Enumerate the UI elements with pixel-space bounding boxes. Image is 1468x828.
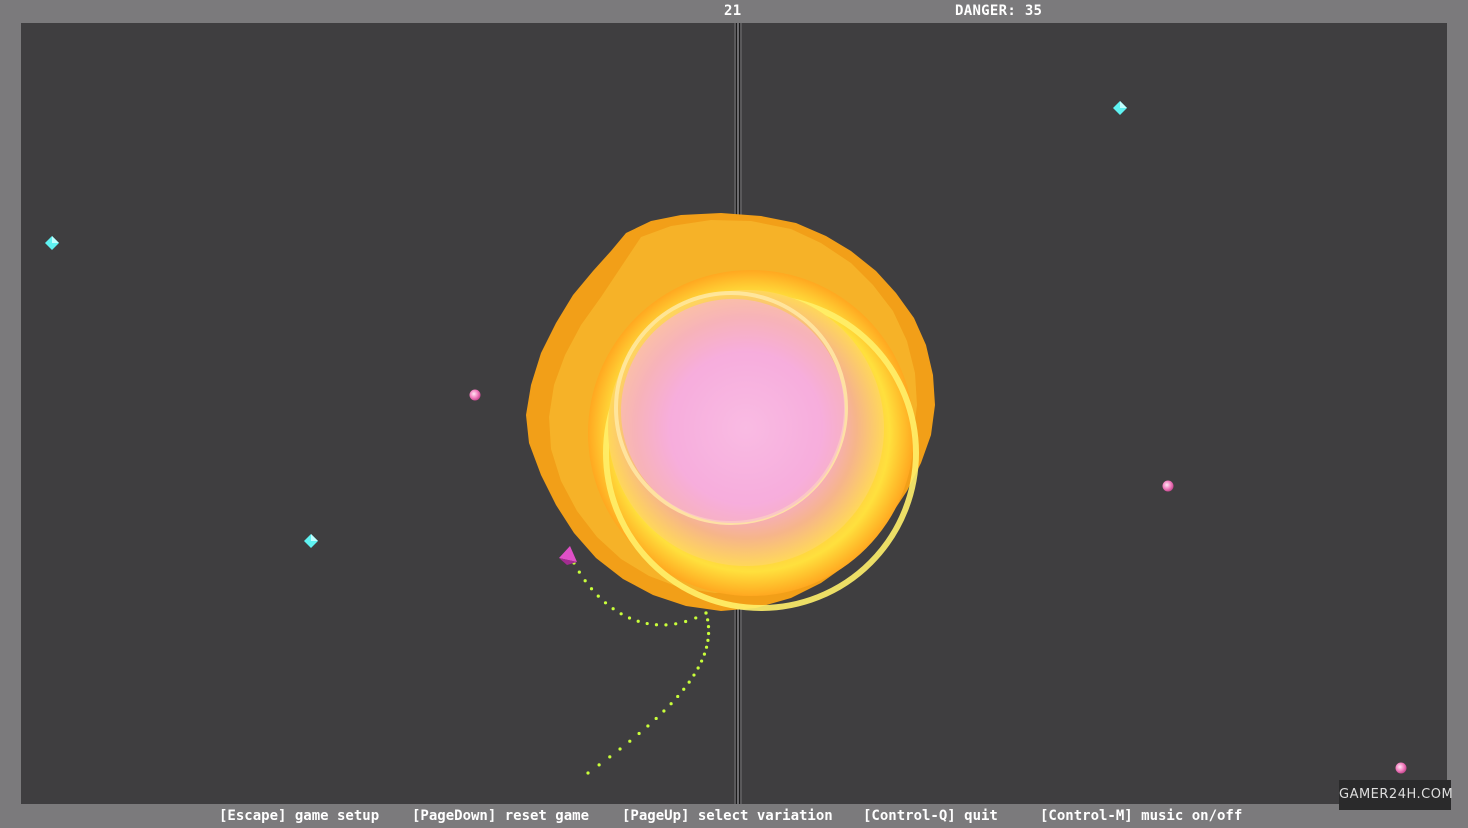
key-hint-music: [Control-M] music on/off	[1040, 808, 1243, 824]
trail-dot	[637, 731, 641, 736]
trail-dot	[597, 763, 601, 767]
orb-icon	[469, 389, 481, 401]
trail-dot	[654, 716, 658, 721]
trail-dot	[577, 570, 581, 574]
key-help-bar: [Escape] game setup [PageDown] reset gam…	[0, 808, 1468, 826]
orb-icon	[1162, 480, 1174, 492]
trail-dot	[662, 709, 666, 713]
trail-dot	[687, 680, 691, 684]
danger-meter: DANGER: 35	[955, 3, 1043, 19]
trail-dot	[618, 747, 622, 751]
trail-dot	[700, 659, 704, 663]
ship-icon[interactable]	[559, 546, 577, 565]
trail-dot	[702, 652, 707, 656]
orb-icon	[1395, 762, 1407, 774]
score-display: 21	[724, 3, 742, 19]
crystal-icon	[1113, 101, 1127, 115]
trail-dot	[706, 631, 711, 636]
watermark: GAMER24H.COM	[1339, 780, 1453, 810]
trail-dot	[628, 739, 632, 743]
trail-dot	[706, 625, 711, 629]
trail-dot	[589, 587, 594, 591]
trail-dot	[627, 616, 632, 620]
game-scene	[45, 101, 1407, 775]
trail-dot	[611, 607, 615, 611]
trail-dot	[692, 673, 696, 677]
trail-dot	[654, 623, 659, 627]
trail-dot	[646, 724, 650, 728]
trail-dot	[603, 601, 608, 605]
trail-dot	[608, 755, 612, 759]
trail-dot	[664, 623, 668, 627]
trail-dot	[694, 616, 698, 620]
key-hint-quit: [Control-Q] quit	[863, 808, 998, 824]
sun-icon	[526, 213, 935, 611]
trail-dot	[706, 638, 710, 642]
key-hint-escape: [Escape] game setup	[219, 808, 380, 824]
trail-dot	[645, 621, 649, 626]
trail-dot	[704, 645, 709, 649]
trail-dot	[706, 618, 710, 622]
trail-dot	[704, 611, 708, 615]
crystal-icon	[45, 236, 59, 250]
crystal-icon	[304, 534, 318, 548]
trail-dot	[684, 619, 688, 624]
trail-dot	[674, 622, 678, 626]
trail-dot	[682, 687, 686, 691]
trail-dot	[636, 619, 640, 623]
trail-dot	[696, 666, 700, 670]
trail-dot	[583, 579, 587, 583]
key-hint-pageup: [PageUp] select variation	[622, 808, 833, 824]
playfield[interactable]	[21, 23, 1447, 804]
trail-dot	[669, 702, 673, 706]
trail-dot	[619, 612, 623, 616]
trail-dot	[586, 771, 590, 775]
trail-dot	[596, 594, 600, 598]
key-hint-pagedown: [PageDown] reset game	[412, 808, 590, 824]
trail-dot	[676, 694, 680, 699]
